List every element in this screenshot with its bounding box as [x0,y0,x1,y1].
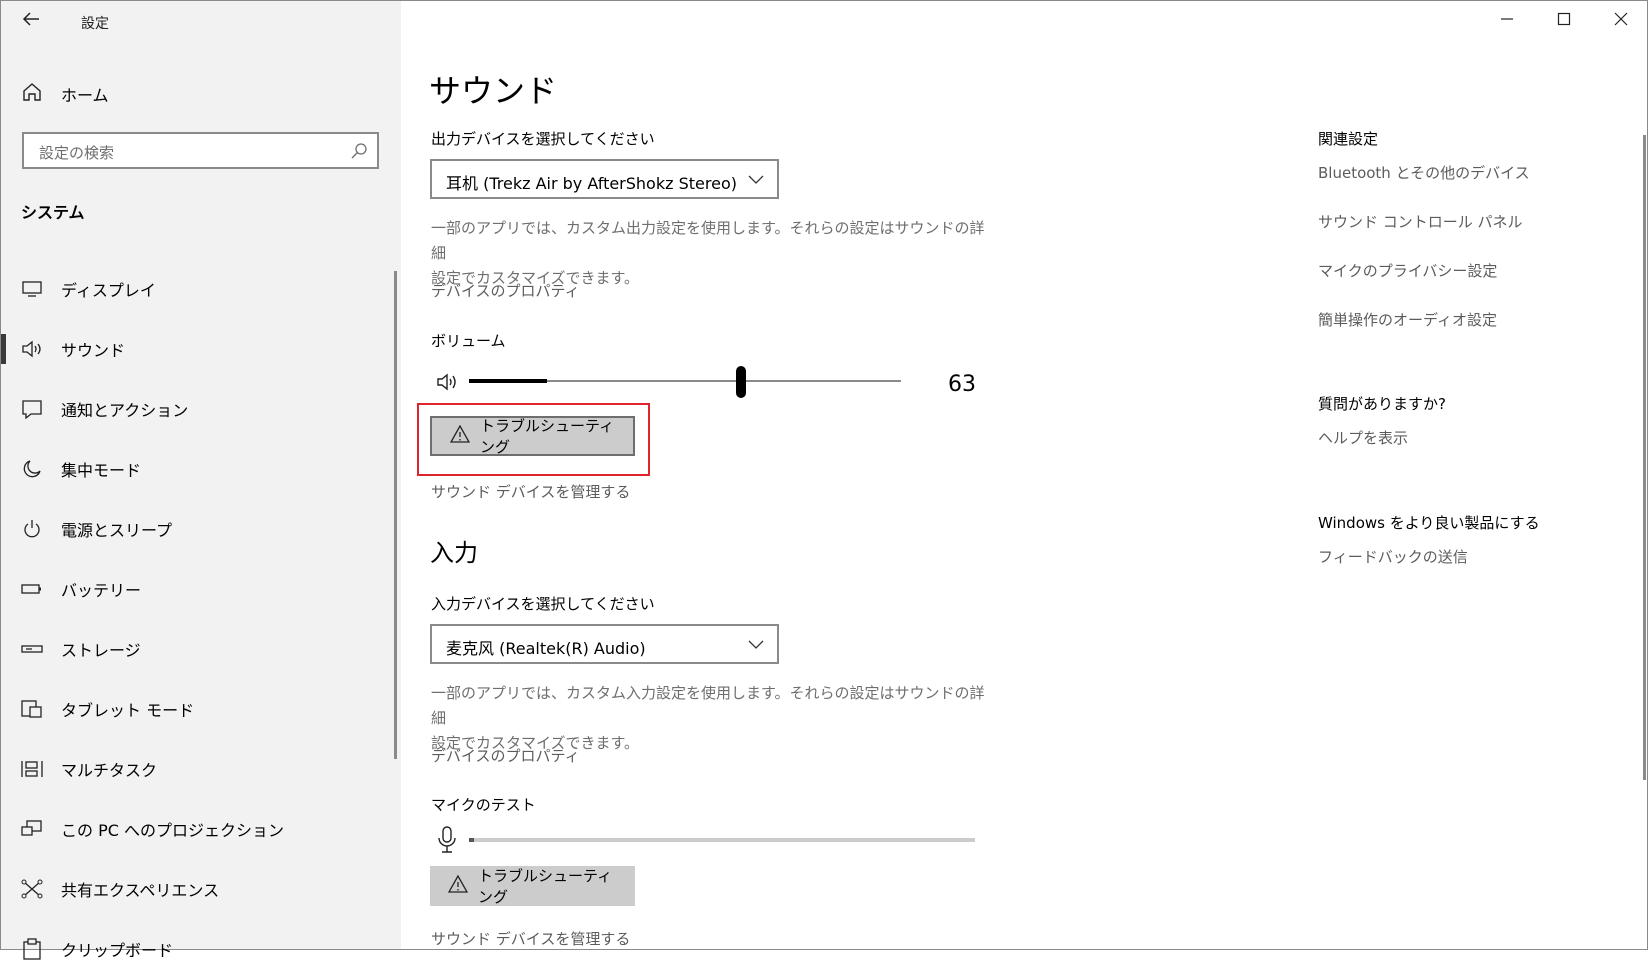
input-properties-link[interactable]: デバイスのプロパティ [431,745,580,766]
input-manage-devices-link[interactable]: サウンド デバイスを管理する [431,928,630,949]
sidebar-item-projection[interactable]: この PC へのプロジェクション [1,799,401,859]
speaker-icon [21,338,43,360]
sidebar-item-clipboard[interactable]: クリップボード [1,919,401,979]
sidebar-item-label: 集中モード [61,461,142,480]
question-heading: 質問がありますか? [1318,395,1446,413]
minimize-icon[interactable] [1492,8,1522,34]
sidebar-item-label: ディスプレイ [61,281,156,300]
sidebar: 設定 ホーム 設定の検索 システム ディスプレイ サウンド 通知とアクション 集… [1,1,401,960]
search-input[interactable]: 設定の検索 [22,132,379,169]
sidebar-home[interactable]: ホーム [21,79,109,109]
sidebar-item-multitask[interactable]: マルチタスク [1,739,401,799]
search-placeholder: 設定の検索 [39,144,115,162]
chevron-down-icon [747,170,765,188]
sidebar-item-label: 電源とスリープ [61,521,173,540]
sidebar-scrollbar[interactable] [394,271,397,759]
sidebar-nav: ディスプレイ サウンド 通知とアクション 集中モード 電源とスリープ バッテリー… [1,259,401,979]
warning-icon [447,874,469,897]
volume-icon[interactable] [436,370,460,394]
input-description-line: 一部のアプリでは、カスタム入力設定を使用します。それらの設定はサウンドの詳細 [431,684,985,727]
sidebar-item-label: 通知とアクション [61,401,189,420]
input-device-dropdown[interactable]: 麦克风 (Realtek(R) Audio) [430,624,779,664]
output-select-label: 出力デバイスを選択してください [431,130,655,148]
volume-slider-thumb[interactable] [736,366,747,398]
sidebar-home-label: ホーム [61,86,109,105]
projection-icon [21,818,43,840]
mic-level-meter [469,838,975,842]
sidebar-item-storage[interactable]: ストレージ [1,619,401,679]
monitor-icon [21,278,43,300]
troubleshoot-label: トラブルシューティング [478,867,613,906]
related-link-bluetooth[interactable]: Bluetooth とその他のデバイス [1318,162,1530,183]
chevron-down-icon [747,635,765,653]
sidebar-item-display[interactable]: ディスプレイ [1,259,401,319]
help-link[interactable]: ヘルプを表示 [1318,427,1408,448]
sidebar-item-notifications[interactable]: 通知とアクション [1,379,401,439]
output-manage-devices-link[interactable]: サウンド デバイスを管理する [431,481,630,502]
share-icon [21,878,43,900]
clipboard-icon [21,938,43,960]
notification-icon [21,398,43,420]
main-scrollbar[interactable] [1643,135,1646,780]
volume-label: ボリューム [431,332,506,350]
output-description-line: 一部のアプリでは、カスタム出力設定を使用します。それらの設定はサウンドの詳細 [431,219,985,262]
close-icon[interactable] [1606,8,1636,34]
highlight-box [417,403,650,476]
app-title: 設定 [81,16,109,32]
back-arrow-icon[interactable] [21,9,41,35]
tablet-icon [21,698,43,720]
sidebar-item-label: マルチタスク [61,761,158,780]
sidebar-item-label: ストレージ [61,641,141,660]
feedback-heading: Windows をより良い製品にする [1318,514,1540,532]
power-icon [21,518,43,540]
related-settings-heading: 関連設定 [1318,130,1379,148]
input-select-label: 入力デバイスを選択してください [431,595,655,613]
microphone-icon [437,826,457,858]
volume-value: 63 [948,372,976,397]
storage-icon [21,638,43,660]
sidebar-item-power[interactable]: 電源とスリープ [1,499,401,559]
page-title: サウンド [429,72,558,110]
search-icon[interactable] [349,141,369,161]
output-properties-link[interactable]: デバイスのプロパティ [431,280,580,301]
sidebar-item-sound[interactable]: サウンド [1,319,401,379]
volume-slider[interactable] [469,366,901,398]
battery-icon [21,578,43,600]
sidebar-item-focus[interactable]: 集中モード [1,439,401,499]
related-link-sound-control-panel[interactable]: サウンド コントロール パネル [1318,211,1523,232]
sidebar-item-label: クリップボード [61,941,174,960]
sidebar-item-label: サウンド [61,341,126,360]
related-link-mic-privacy[interactable]: マイクのプライバシー設定 [1318,260,1497,281]
output-device-dropdown[interactable]: 耳机 (Trekz Air by AfterShokz Stereo) [430,159,779,199]
mic-test-label: マイクのテスト [431,796,536,814]
input-section-heading: 入力 [430,539,478,567]
sidebar-item-label: バッテリー [61,581,142,600]
sidebar-item-battery[interactable]: バッテリー [1,559,401,619]
feedback-link[interactable]: フィードバックの送信 [1318,546,1468,567]
sidebar-item-label: タブレット モード [61,701,195,720]
sidebar-item-shared[interactable]: 共有エクスペリエンス [1,859,401,919]
input-device-value: 麦克风 (Realtek(R) Audio) [446,639,646,658]
maximize-icon[interactable] [1549,8,1579,34]
input-troubleshoot-button[interactable]: トラブルシューティング [430,866,635,906]
sidebar-item-label: 共有エクスペリエンス [61,881,220,900]
multitask-icon [21,758,43,780]
sidebar-item-tablet[interactable]: タブレット モード [1,679,401,739]
volume-peak-meter [469,379,547,383]
sidebar-item-label: この PC へのプロジェクション [61,821,284,840]
sidebar-section-title: システム [21,203,85,222]
home-icon [21,81,43,107]
mic-level-fill [469,838,475,842]
moon-icon [21,458,43,480]
output-device-value: 耳机 (Trekz Air by AfterShokz Stereo) [446,174,737,193]
related-link-ease-of-access-audio[interactable]: 簡単操作のオーディオ設定 [1318,309,1497,330]
